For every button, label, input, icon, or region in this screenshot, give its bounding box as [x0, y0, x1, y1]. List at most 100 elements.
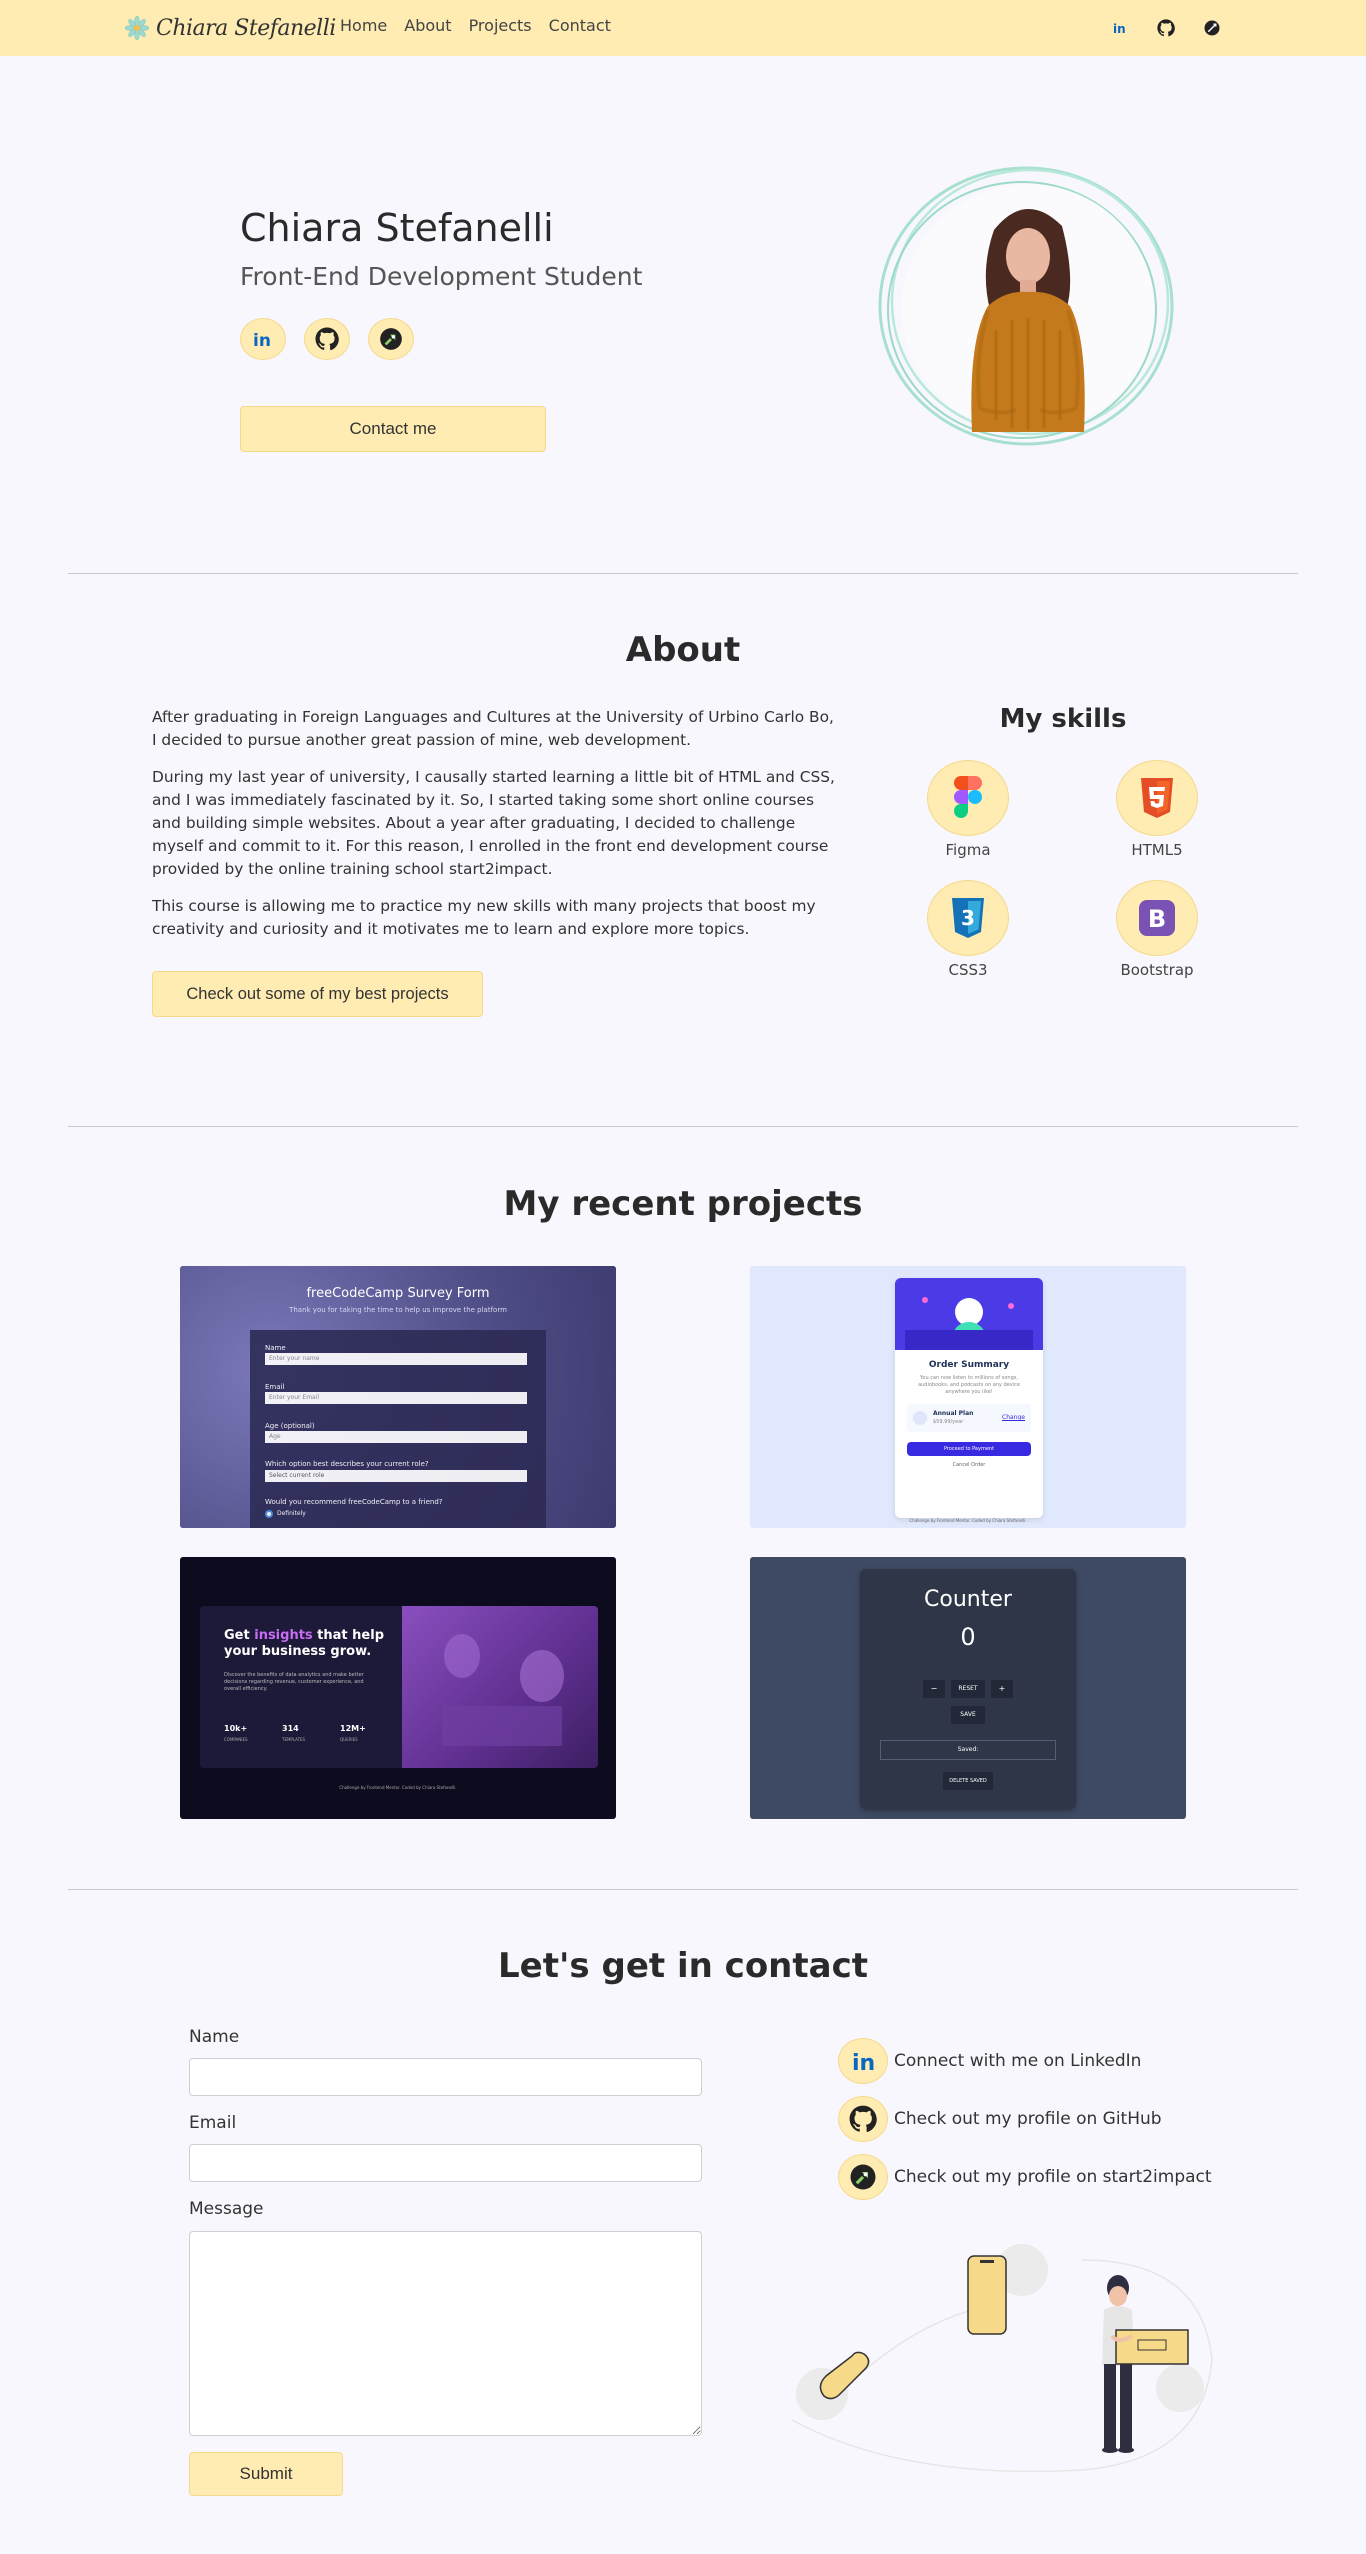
about-paragraph: During my last year of university, I cau… — [152, 768, 835, 878]
contact-link-label: Check out my profile on GitHub — [894, 2109, 1162, 2129]
about-paragraph: After graduating in Foreign Languages an… — [152, 708, 834, 749]
save-button: SAVE — [951, 1706, 985, 1724]
field-label: Would you recommend freeCodeCamp to a fr… — [265, 1498, 443, 1506]
plus-button: + — [991, 1680, 1013, 1698]
bootstrap-icon: B — [1116, 880, 1198, 956]
projects-button[interactable]: Check out some of my best projects — [152, 971, 483, 1017]
skill-label: Figma — [945, 841, 991, 859]
project-subtitle: Thank you for taking the time to help us… — [289, 1306, 507, 1314]
portrait-illustration — [878, 166, 1174, 446]
plan-name: Annual Plan — [933, 1410, 974, 1417]
insights-photo — [402, 1606, 598, 1768]
contact-illustration — [782, 2240, 1222, 2490]
about-text: After graduating in Foreign Languages an… — [152, 706, 838, 955]
field-label: Which option best describes your current… — [265, 1460, 429, 1468]
contact-link-label: Check out my profile on start2impact — [894, 2167, 1212, 2187]
counter-title: Counter — [924, 1587, 1012, 1612]
attribution: Challenge by Frontend Mentor. Coded by C… — [909, 1518, 1027, 1523]
stat-label: COMPANIES — [224, 1737, 248, 1742]
contact-link-label: Connect with me on LinkedIn — [894, 2051, 1142, 2071]
order-title: Order Summary — [928, 1360, 1010, 1370]
start2impact-icon — [838, 2154, 888, 2200]
brand-logo[interactable]: Chiara Stefanelli — [124, 12, 336, 44]
insights-text: Discover the benefits of data analytics … — [224, 1672, 364, 1692]
title-accent: insights — [254, 1628, 313, 1643]
attribution: Challenge by Frontend Mentor. Coded by C… — [339, 1785, 457, 1790]
contact-me-button[interactable]: Contact me — [240, 406, 546, 452]
section-divider — [68, 573, 1298, 574]
field-label: Age (optional) — [265, 1422, 315, 1430]
hero-portrait — [876, 160, 1180, 456]
nav-link-contact[interactable]: Contact — [549, 16, 611, 35]
svg-text:3: 3 — [961, 906, 975, 930]
hero-subtitle: Front-End Development Student — [240, 262, 643, 291]
email-label: Email — [189, 2113, 237, 2133]
field-input: Age — [265, 1431, 527, 1443]
submit-button[interactable]: Submit — [189, 2452, 343, 2496]
project-order-summary[interactable]: Order Summary You can now listen to mill… — [750, 1266, 1186, 1528]
email-field[interactable] — [189, 2144, 702, 2182]
message-field[interactable] — [189, 2231, 702, 2436]
start2impact-icon[interactable] — [368, 318, 414, 360]
skill-label: CSS3 — [948, 961, 988, 979]
order-hero-illustration — [895, 1278, 1043, 1350]
field-input: Enter your name — [265, 1353, 527, 1365]
pay-button: Proceed to Payment — [907, 1442, 1031, 1456]
linkedin-icon[interactable]: in — [1110, 18, 1130, 38]
stat-value: 314 — [282, 1724, 299, 1733]
nav-link-about[interactable]: About — [404, 16, 451, 35]
brand-name: Chiara Stefanelli — [156, 15, 336, 41]
minus-button: − — [923, 1680, 945, 1698]
counter-value: 0 — [960, 1623, 976, 1651]
nav-link-projects[interactable]: Projects — [469, 16, 532, 35]
github-icon[interactable] — [304, 318, 350, 360]
stat-label: QUERIES — [340, 1737, 358, 1742]
nav-link-home[interactable]: Home — [340, 16, 387, 35]
field-select: Select current role — [265, 1470, 527, 1482]
saved-box: Saved: — [880, 1740, 1056, 1760]
linkedin-icon: in — [838, 2038, 888, 2084]
project-insights-card[interactable]: Get insights that help your business gro… — [180, 1557, 616, 1819]
github-icon[interactable] — [1156, 18, 1176, 38]
field-input: Enter your Email — [265, 1392, 527, 1404]
insights-title: Get insights that help your business gro… — [224, 1628, 384, 1660]
figma-icon — [927, 760, 1009, 836]
project-title: freeCodeCamp Survey Form — [306, 1286, 490, 1301]
skill-html5: HTML5 — [1087, 760, 1227, 859]
music-icon — [913, 1411, 927, 1425]
hero-social-icons: in — [240, 318, 414, 360]
html5-icon — [1116, 760, 1198, 836]
radio-icon — [265, 1510, 273, 1518]
svg-text:in: in — [852, 2051, 875, 2075]
linkedin-icon[interactable]: in — [240, 318, 286, 360]
field-label: Email — [265, 1383, 285, 1391]
order-text: You can now listen to millions of songs,… — [918, 1375, 1020, 1395]
project-counter[interactable]: Counter 0 − RESET + SAVE Saved: DELETE S… — [750, 1557, 1186, 1819]
section-divider — [68, 1889, 1298, 1890]
flower-icon — [124, 15, 150, 41]
plan-price: $59.99/year — [933, 1419, 964, 1425]
projects-title: My recent projects — [503, 1184, 863, 1224]
message-label: Message — [189, 2199, 264, 2219]
skills-title: My skills — [999, 704, 1127, 734]
delete-button: DELETE SAVED — [943, 1772, 993, 1790]
project-survey-form[interactable]: freeCodeCamp Survey Form Thank you for t… — [180, 1266, 616, 1528]
contact-link-linkedin[interactable]: in Connect with me on LinkedIn — [838, 2038, 1141, 2084]
counter-card: Counter 0 − RESET + SAVE Saved: DELETE S… — [860, 1569, 1076, 1809]
github-icon — [838, 2096, 888, 2142]
css3-icon: 3 — [927, 880, 1009, 956]
skill-css3: 3 CSS3 — [898, 880, 1038, 979]
order-plan: Annual Plan $59.99/year Change — [907, 1404, 1031, 1432]
navbar: Chiara Stefanelli Home About Projects Co… — [0, 0, 1366, 56]
radio-label: Definitely — [277, 1510, 306, 1517]
contact-link-github[interactable]: Check out my profile on GitHub — [838, 2096, 1162, 2142]
svg-text:in: in — [253, 331, 271, 351]
start2impact-icon[interactable] — [1202, 18, 1222, 38]
insights-card: Get insights that help your business gro… — [200, 1606, 598, 1768]
nav-links: Home About Projects Contact — [340, 16, 611, 35]
name-field[interactable] — [189, 2058, 702, 2096]
nav-social-icons: in — [1110, 18, 1222, 38]
svg-text:B: B — [1148, 905, 1166, 933]
hero-name: Chiara Stefanelli — [240, 206, 554, 250]
contact-link-start2impact[interactable]: Check out my profile on start2impact — [838, 2154, 1212, 2200]
